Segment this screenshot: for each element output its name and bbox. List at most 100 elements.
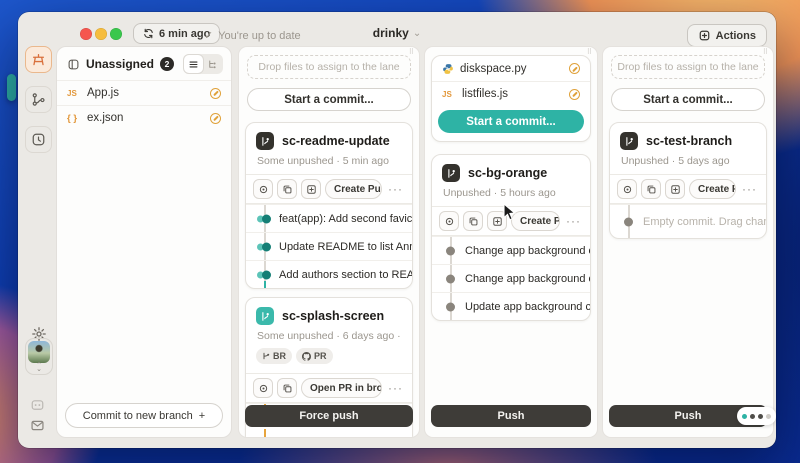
more-icon[interactable]: ··· [740,182,759,196]
local-branch-icon [620,132,638,150]
commit-row[interactable]: Change app background color t... [432,264,590,292]
file-row-exjson[interactable]: { } ex.json [57,105,231,130]
actions-icon [698,29,711,42]
page-dot[interactable] [766,414,771,419]
lane-drag-handle[interactable]: ⠿ [763,48,769,56]
add-dependent-branch-button[interactable] [301,179,321,199]
avatar [28,341,50,363]
copy-button[interactable] [641,179,661,199]
branch-name[interactable]: sc-readme-update [282,134,390,148]
project-title: drinky [373,26,409,40]
zoom-window-button[interactable] [110,28,122,40]
lane-1-dropzone[interactable]: Drop files to assign to the lane [247,55,411,79]
sidebar-item-history[interactable] [25,126,52,153]
dropzone-label: Drop files to assign to the lane [617,61,758,73]
branch-meta: Unpushed · 5 hours ago [443,187,580,199]
unassigned-title: Unassigned [86,57,154,71]
lane-drag-handle[interactable]: ⠿ [409,48,415,56]
branch-meta: Some unpushed · 6 days ago · [257,330,402,342]
commit-message: Change app background c... [465,245,590,257]
unpushed-commit-icon [257,214,271,223]
lane-3-start-commit-button[interactable]: Start a commit... [611,88,765,111]
commit-to-new-branch-button[interactable]: Commit to new branch + [65,403,223,428]
commit-message: Update app background color t... [465,301,590,313]
branch-tag[interactable]: BR [256,348,292,364]
lane-peek-tab[interactable] [7,74,16,101]
more-icon[interactable]: ··· [564,214,583,228]
file-name: ex.json [87,112,123,124]
file-row-listfiles[interactable]: JS listfiles.js [432,81,590,106]
lane-pagination[interactable] [737,407,776,425]
pr-button-label: Create Pull Request [334,184,382,195]
modified-status-icon [210,113,221,124]
branch-name[interactable]: sc-splash-screen [282,309,384,323]
sync-status-label: You're up to date [218,30,300,42]
push-button-label: Push [498,410,525,422]
page-dot-active[interactable] [742,414,747,419]
sync-status: ✓ You're up to date [204,29,301,42]
list-view-button[interactable] [184,55,203,73]
start-commit-label: Start a commit... [466,116,555,128]
lane-1-start-commit-button[interactable]: Start a commit... [247,88,411,111]
lane-drag-handle[interactable]: ⠿ [587,48,593,56]
force-push-button[interactable]: Force push [245,405,413,427]
tree-view-button[interactable] [203,55,222,73]
pr-tag[interactable]: PR [296,348,333,364]
mouse-cursor [503,203,516,227]
copy-button[interactable] [277,378,297,398]
file-row-diskspace[interactable]: diskspace.py [432,56,590,81]
more-icon[interactable]: ··· [386,381,405,395]
lane-2-start-commit-button[interactable]: Start a commit... [438,110,584,133]
feedback-button[interactable] [30,418,45,433]
open-pr-in-browser-button[interactable]: Open PR in browser ↗ [301,378,382,398]
local-commit-icon [446,246,455,255]
branch-name[interactable]: sc-bg-orange [468,166,547,180]
branch-name[interactable]: sc-test-branch [646,134,732,148]
commit-row-hovered[interactable]: Change app background c... ··· [432,236,590,264]
unassigned-icon [67,58,80,71]
file-name: listfiles.js [462,88,508,100]
review-button[interactable] [253,378,273,398]
tag-label: PR [314,351,327,361]
page-dot[interactable] [750,414,755,419]
create-pull-request-button[interactable]: Create Pull Req... [511,211,560,231]
close-window-button[interactable] [80,28,92,40]
start-commit-label: Start a commit... [284,94,373,106]
more-icon[interactable]: ··· [386,182,405,196]
remote-branch-icon [256,307,274,325]
sidebar-item-branches[interactable] [25,86,52,113]
commit-row[interactable]: Add authors section to README file [246,260,412,288]
project-switcher[interactable]: drinky ⌄ [373,26,421,40]
branch-card-sc-test-branch: sc-test-branch Unpushed · 5 days ago [609,122,767,239]
commit-row[interactable]: feat(app): Add second favicon to ... [246,204,412,232]
commit-row[interactable]: Update README to list Anne as pr... [246,232,412,260]
actions-button[interactable]: Actions [687,24,767,47]
add-dependent-branch-button[interactable] [665,179,685,199]
json-file-icon: { } [67,113,81,124]
create-pull-request-button[interactable]: Create Pull Request [325,179,382,199]
commit-row[interactable]: Update app background color t... [432,292,590,320]
lane-1: ⠿ Drop files to assign to the lane Start… [238,46,420,438]
sidebar-item-workspace[interactable] [25,46,52,73]
actions-label: Actions [716,30,756,42]
review-button[interactable] [439,211,459,231]
lane-3: ⠿ Drop files to assign to the lane Start… [602,46,774,438]
start-commit-label: Start a commit... [643,94,732,106]
create-pull-request-button[interactable]: Create Pull Req... [689,179,736,199]
copy-button[interactable] [463,211,483,231]
branch-toolbar: Create Pull Request ··· [246,174,412,204]
copy-button[interactable] [277,179,297,199]
review-button[interactable] [253,179,273,199]
empty-commit-row[interactable]: Empty commit. Drag changes h... [610,204,766,238]
file-row-appjs[interactable]: JS App.js [57,80,231,105]
review-button[interactable] [617,179,637,199]
push-button[interactable]: Push [431,405,591,427]
list-icon [188,59,199,70]
modified-status-icon [569,63,580,74]
branch-card-sc-readme-update: sc-readme-update Some unpushed · 5 min a… [245,122,413,289]
account-switcher[interactable]: ⌃⌄ [25,338,53,375]
minimize-window-button[interactable] [95,28,107,40]
page-dot[interactable] [758,414,763,419]
lane-3-dropzone[interactable]: Drop files to assign to the lane [611,55,765,79]
chat-button[interactable] [30,398,45,413]
